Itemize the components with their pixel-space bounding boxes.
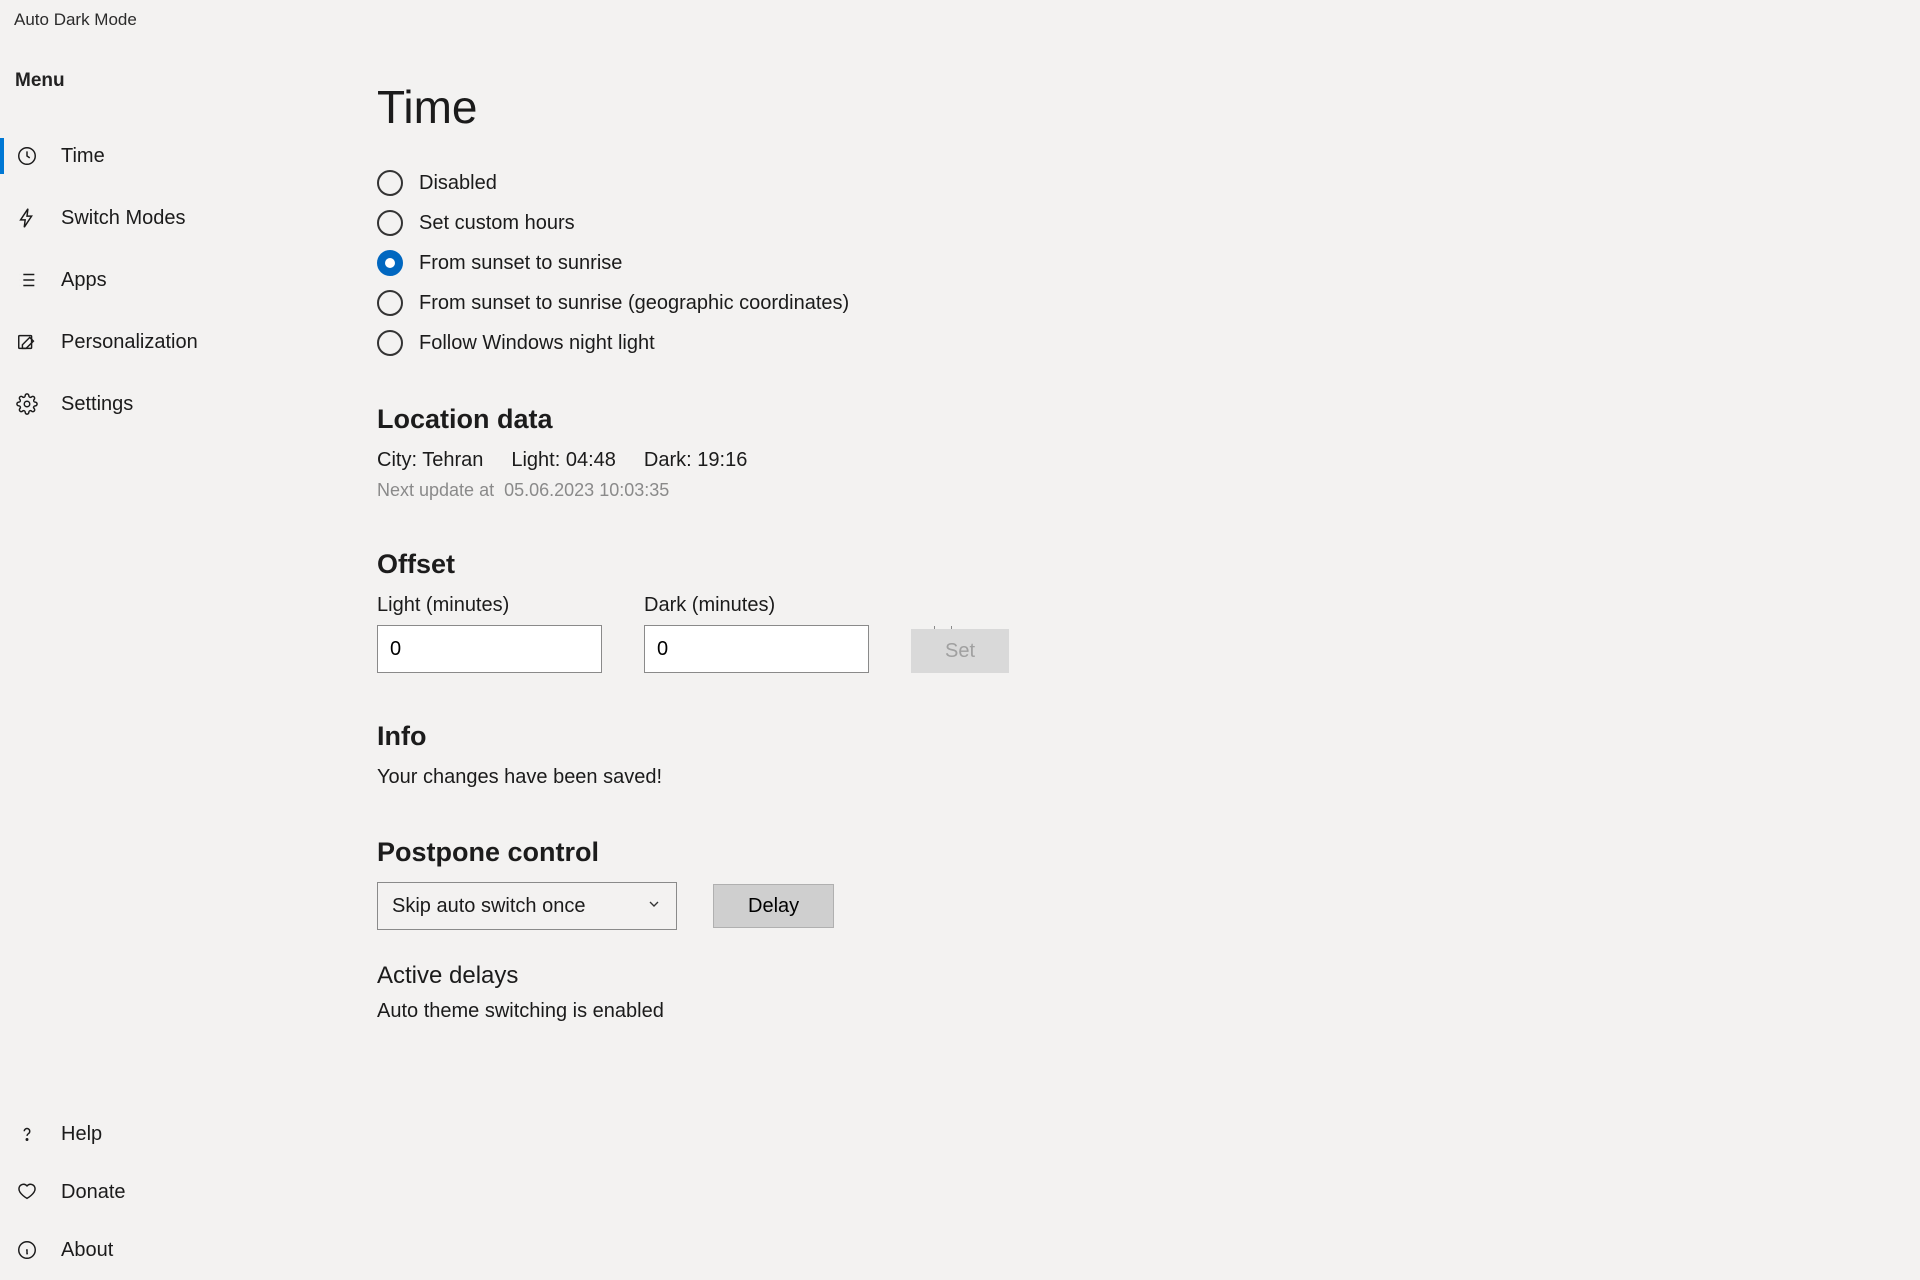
- radio-label: From sunset to sunrise (geographic coord…: [419, 292, 849, 315]
- list-icon: [15, 268, 39, 292]
- radio-circle-icon: [377, 170, 403, 196]
- sidebar-item-label: Time: [61, 145, 105, 168]
- info-icon: [15, 1238, 39, 1262]
- sidebar-item-label: Personalization: [61, 331, 198, 354]
- sidebar-item-about[interactable]: About: [0, 1222, 377, 1278]
- app-title: Auto Dark Mode: [14, 10, 137, 30]
- next-update-label: Next update at 05.06.2023 10:03:35: [377, 480, 1920, 501]
- menu-heading: Menu: [0, 70, 377, 92]
- location-heading: Location data: [377, 404, 1920, 435]
- offset-heading: Offset: [377, 549, 1920, 580]
- sidebar-item-label: Donate: [61, 1181, 126, 1204]
- heart-icon: [15, 1180, 39, 1204]
- sidebar-item-label: Switch Modes: [61, 207, 186, 230]
- gear-icon: [15, 392, 39, 416]
- info-message: Your changes have been saved!: [377, 766, 1920, 789]
- sidebar-item-label: Settings: [61, 393, 133, 416]
- offset-light-input[interactable]: [377, 625, 602, 673]
- postpone-dropdown[interactable]: Skip auto switch once: [377, 882, 677, 930]
- sidebar-item-help[interactable]: Help: [0, 1106, 377, 1162]
- pencil-square-icon: [15, 330, 39, 354]
- radio-custom-hours[interactable]: Set custom hours: [377, 210, 1920, 236]
- radio-night-light[interactable]: Follow Windows night light: [377, 330, 1920, 356]
- info-heading: Info: [377, 721, 1920, 752]
- sidebar-item-switch-modes[interactable]: Switch Modes: [0, 190, 377, 246]
- radio-circle-icon: [377, 290, 403, 316]
- radio-label: Set custom hours: [419, 212, 575, 235]
- radio-disabled[interactable]: Disabled: [377, 170, 1920, 196]
- dark-time-label: Dark: 19:16: [644, 449, 747, 472]
- offset-section: Offset Light (minutes) Dark (minutes): [377, 549, 1920, 673]
- sidebar-item-time[interactable]: Time: [0, 128, 377, 184]
- chevron-down-icon: [646, 895, 662, 918]
- offset-dark-input[interactable]: [644, 625, 869, 673]
- bolt-icon: [15, 206, 39, 230]
- time-mode-radio-group: Disabled Set custom hours From sunset to…: [377, 170, 1920, 356]
- delay-button[interactable]: Delay: [713, 884, 834, 928]
- radio-circle-icon: [377, 330, 403, 356]
- sidebar: Menu Time Switch Modes Apps: [0, 40, 377, 1280]
- sidebar-item-apps[interactable]: Apps: [0, 252, 377, 308]
- question-icon: [15, 1122, 39, 1146]
- sidebar-item-personalization[interactable]: Personalization: [0, 314, 377, 370]
- active-delays-text: Auto theme switching is enabled: [377, 1000, 1920, 1023]
- sidebar-item-settings[interactable]: Settings: [0, 376, 377, 432]
- set-button: Set: [911, 629, 1009, 673]
- titlebar: Auto Dark Mode: [0, 0, 1920, 40]
- radio-sunset-sunrise[interactable]: From sunset to sunrise: [377, 250, 1920, 276]
- light-time-label: Light: 04:48: [511, 449, 616, 472]
- postpone-section: Postpone control Skip auto switch once D…: [377, 837, 1920, 1023]
- radio-sunset-sunrise-geo[interactable]: From sunset to sunrise (geographic coord…: [377, 290, 1920, 316]
- sidebar-item-label: About: [61, 1239, 113, 1262]
- postpone-heading: Postpone control: [377, 837, 1920, 868]
- location-section: Location data City: Tehran Light: 04:48 …: [377, 404, 1920, 501]
- clock-icon: [15, 144, 39, 168]
- offset-light-label: Light (minutes): [377, 594, 602, 617]
- main-content: Time Disabled Set custom hours From suns…: [377, 40, 1920, 1280]
- page-title: Time: [377, 80, 1920, 134]
- info-section: Info Your changes have been saved!: [377, 721, 1920, 789]
- city-label: City: Tehran: [377, 449, 483, 472]
- radio-label: Disabled: [419, 172, 497, 195]
- offset-dark-value[interactable]: [645, 626, 934, 672]
- sidebar-item-label: Apps: [61, 269, 107, 292]
- radio-circle-icon: [377, 210, 403, 236]
- offset-light-value[interactable]: [378, 626, 667, 672]
- sidebar-item-label: Help: [61, 1123, 102, 1146]
- sidebar-item-donate[interactable]: Donate: [0, 1164, 377, 1220]
- radio-label: From sunset to sunrise: [419, 252, 622, 275]
- radio-circle-icon: [377, 250, 403, 276]
- radio-label: Follow Windows night light: [419, 332, 655, 355]
- active-delays-heading: Active delays: [377, 962, 1920, 990]
- offset-dark-label: Dark (minutes): [644, 594, 869, 617]
- postpone-dropdown-value: Skip auto switch once: [392, 895, 585, 918]
